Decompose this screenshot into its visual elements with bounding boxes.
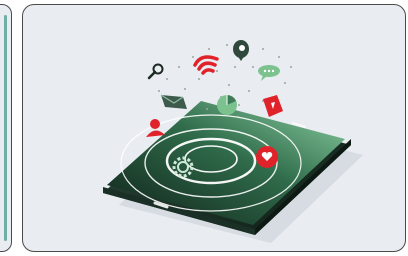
phone-illustration [103,40,363,243]
heart-icon [256,146,278,168]
location-pin-icon [233,40,249,61]
pie-chart-icon [217,95,237,115]
chat-bubble-icon [258,65,280,81]
bookmark-icon [263,95,283,117]
illustration-card[interactable] [22,4,406,252]
wifi-icon [193,55,219,75]
search-icon [147,63,164,80]
mail-icon [160,94,187,109]
previous-card-edge [0,4,12,252]
card-edge-accent [4,15,7,241]
